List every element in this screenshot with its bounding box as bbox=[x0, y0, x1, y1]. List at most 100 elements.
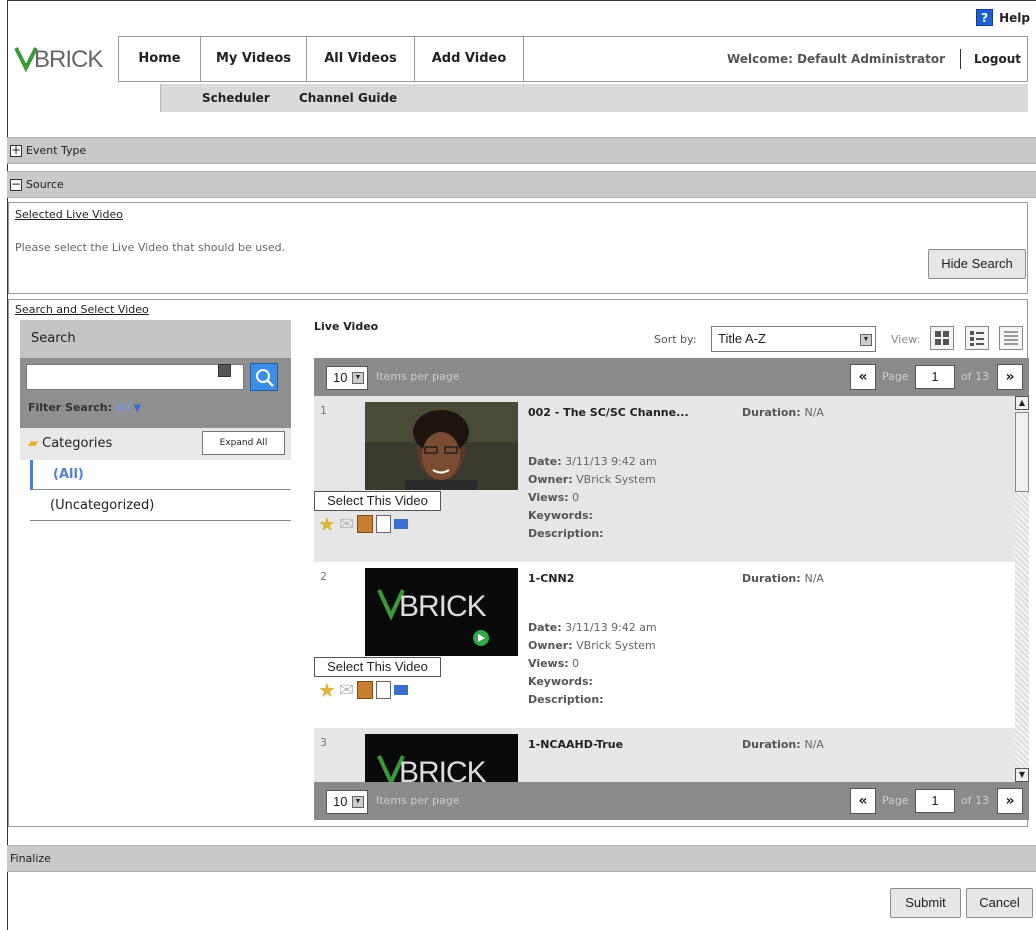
filter-search[interactable]: Filter Search: All ▼ bbox=[28, 401, 141, 414]
subnav-scheduler[interactable]: Scheduler bbox=[202, 84, 270, 112]
expand-all-button[interactable]: Expand All bbox=[202, 431, 285, 455]
video-thumbnail[interactable]: BRICK bbox=[365, 568, 518, 656]
grid-view-icon[interactable] bbox=[930, 326, 954, 350]
bookmark-icon[interactable] bbox=[357, 681, 374, 699]
detail-view-glyph bbox=[970, 331, 984, 346]
keywords-label: Keywords: bbox=[528, 675, 593, 688]
logo-mark: BRICK bbox=[14, 46, 104, 73]
pager-top: 10 ▼ Items per page « Page 1 of 13 » bbox=[314, 358, 1029, 396]
duration-value: N/A bbox=[804, 738, 824, 751]
clipboard-icon[interactable] bbox=[376, 515, 392, 533]
email-icon[interactable]: ✉ bbox=[339, 680, 354, 701]
page-input[interactable]: 1 bbox=[915, 365, 955, 389]
scroll-thumb[interactable] bbox=[1015, 412, 1029, 492]
category-item-uncategorized[interactable]: (Uncategorized) bbox=[30, 491, 291, 521]
video-thumbnail[interactable]: BRICK bbox=[365, 734, 518, 782]
clipboard-icon[interactable] bbox=[376, 681, 392, 699]
scroll-down-icon[interactable]: ▼ bbox=[1015, 768, 1029, 782]
sub-nav: Scheduler Channel Guide bbox=[160, 84, 1028, 112]
clear-search-icon[interactable] bbox=[218, 364, 231, 377]
help-link[interactable]: ? Help bbox=[976, 9, 1030, 26]
description-label: Description: bbox=[528, 527, 604, 540]
video-duration: Duration: N/A bbox=[742, 406, 824, 419]
date-label: Date: bbox=[528, 621, 562, 634]
date-label: Date: bbox=[528, 455, 562, 468]
scroll-up-icon[interactable]: ▲ bbox=[1015, 396, 1029, 410]
item-index: 1 bbox=[320, 404, 327, 417]
svg-text:BRICK: BRICK bbox=[399, 756, 487, 782]
page-total: of 13 bbox=[961, 794, 990, 807]
categories-label: Categories bbox=[42, 436, 113, 451]
logout-link[interactable]: Logout bbox=[959, 49, 1021, 69]
add-to-playlist-icon[interactable] bbox=[394, 519, 409, 529]
next-page-button[interactable]: » bbox=[997, 788, 1023, 814]
submit-button[interactable]: Submit bbox=[890, 888, 961, 918]
select-video-button[interactable]: Select This Video bbox=[314, 491, 441, 511]
video-actions: ★ ✉ bbox=[318, 678, 409, 702]
selected-live-video-prompt: Please select the Live Video that should… bbox=[15, 241, 286, 254]
video-title[interactable]: 002 - The SC/SC Channe... bbox=[528, 406, 689, 419]
collapse-icon[interactable]: − bbox=[10, 178, 22, 191]
list-scrollbar[interactable]: ▲ ▼ bbox=[1015, 396, 1029, 782]
star-icon[interactable]: ★ bbox=[318, 512, 336, 536]
page-input[interactable]: 1 bbox=[915, 789, 955, 813]
list-view-icon[interactable] bbox=[999, 326, 1023, 350]
nav-my-videos[interactable]: My Videos bbox=[201, 37, 307, 81]
video-title[interactable]: 1-NCAAHD-True bbox=[528, 738, 623, 751]
email-icon[interactable]: ✉ bbox=[339, 514, 354, 535]
prev-page-button[interactable]: « bbox=[850, 788, 876, 814]
sort-value: Title A-Z bbox=[718, 331, 766, 346]
next-page-button[interactable]: » bbox=[997, 364, 1023, 390]
owner-value: VBrick System bbox=[576, 639, 656, 652]
finalize-bar[interactable]: Finalize bbox=[7, 845, 1036, 872]
source-bar[interactable]: − Source bbox=[7, 171, 1036, 198]
vbrick-logo[interactable]: BRICK bbox=[14, 40, 114, 73]
video-duration: Duration: N/A bbox=[742, 738, 824, 751]
category-item-all[interactable]: (All) bbox=[30, 460, 291, 490]
detail-view-icon[interactable] bbox=[965, 326, 989, 350]
nav-all-videos[interactable]: All Videos bbox=[307, 37, 415, 81]
selected-live-video-heading[interactable]: Selected Live Video bbox=[15, 208, 123, 221]
filter-value[interactable]: All bbox=[116, 401, 130, 414]
expand-icon[interactable]: + bbox=[10, 144, 22, 157]
search-input[interactable] bbox=[26, 364, 244, 390]
nav-add-video[interactable]: Add Video bbox=[415, 37, 524, 81]
search-select-heading[interactable]: Search and Select Video bbox=[15, 303, 149, 316]
person-thumbnail-image bbox=[365, 402, 518, 490]
live-video-title: Live Video bbox=[314, 320, 379, 333]
owner-value: VBrick System bbox=[576, 473, 656, 486]
video-title[interactable]: 1-CNN2 bbox=[528, 572, 574, 585]
folder-icon: ▰ bbox=[28, 436, 38, 451]
event-type-bar[interactable]: + Event Type bbox=[7, 137, 1036, 164]
subnav-channel-guide[interactable]: Channel Guide bbox=[299, 84, 397, 112]
page-total: of 13 bbox=[961, 370, 990, 383]
event-type-label: Event Type bbox=[26, 144, 87, 157]
video-duration: Duration: N/A bbox=[742, 572, 824, 585]
items-per-page-value: 10 bbox=[333, 370, 348, 385]
sort-select[interactable]: Title A-Z ▼ bbox=[711, 326, 876, 352]
cancel-button[interactable]: Cancel bbox=[966, 888, 1033, 918]
vbrick-thumbnail-image: BRICK bbox=[365, 734, 518, 782]
keywords-label: Keywords: bbox=[528, 509, 593, 522]
chevron-down-icon[interactable]: ▼ bbox=[133, 403, 141, 414]
description-label: Description: bbox=[528, 693, 604, 706]
select-video-button[interactable]: Select This Video bbox=[314, 657, 441, 677]
help-icon: ? bbox=[976, 9, 994, 26]
video-meta: Date: 3/11/13 9:42 am Owner: VBrick Syst… bbox=[528, 619, 657, 709]
hide-search-button[interactable]: Hide Search bbox=[928, 249, 1026, 279]
search-panel-header: Search bbox=[20, 320, 291, 358]
search-button[interactable] bbox=[250, 363, 278, 391]
nav-home[interactable]: Home bbox=[119, 37, 201, 81]
add-to-playlist-icon[interactable] bbox=[394, 685, 409, 695]
items-per-page-select[interactable]: 10 ▼ bbox=[326, 366, 368, 390]
views-label: Views: bbox=[528, 657, 569, 670]
video-list-item: 3 BRICK 1-NCAAHD-True Duration: N/A bbox=[314, 728, 1015, 782]
items-per-page-label: Items per page bbox=[376, 370, 460, 383]
star-icon[interactable]: ★ bbox=[318, 678, 336, 702]
video-thumbnail[interactable] bbox=[365, 402, 518, 490]
pager-bottom: 10 ▼ Items per page « Page 1 of 13 » bbox=[314, 782, 1029, 820]
prev-page-button[interactable]: « bbox=[850, 364, 876, 390]
bookmark-icon[interactable] bbox=[357, 515, 374, 533]
list-view-glyph bbox=[1004, 331, 1018, 345]
items-per-page-select[interactable]: 10 ▼ bbox=[326, 790, 368, 814]
